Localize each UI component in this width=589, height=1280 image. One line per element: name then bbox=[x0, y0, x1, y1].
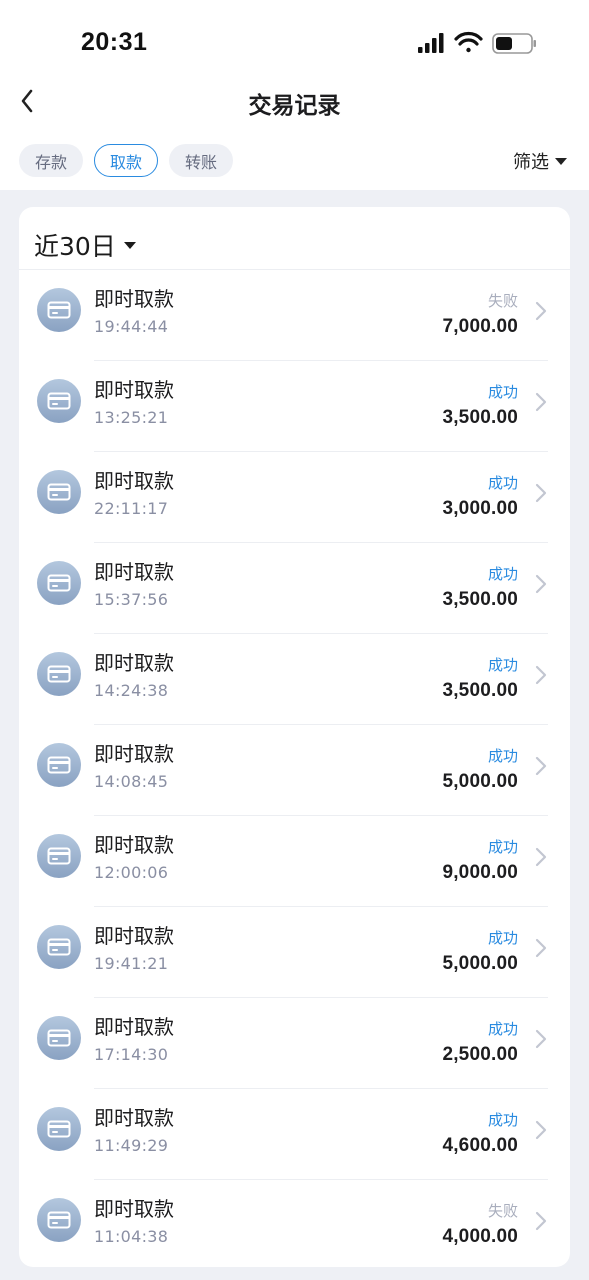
chevron-right-icon bbox=[535, 938, 547, 958]
transaction-amount: 3,500.00 bbox=[442, 680, 518, 701]
cellular-signal-icon bbox=[418, 33, 444, 53]
status-icons bbox=[416, 30, 538, 58]
chevron-right-icon bbox=[535, 392, 547, 412]
chevron-right-icon bbox=[535, 665, 547, 685]
transaction-title: 即时取款 bbox=[94, 742, 174, 766]
caret-down-icon bbox=[555, 157, 567, 165]
period-selector[interactable]: 近30日 bbox=[34, 227, 136, 263]
transaction-row[interactable]: 即时取款 17:14:30 成功 2,500.00 bbox=[19, 998, 570, 1089]
battery-icon bbox=[492, 33, 536, 54]
chevron-right-icon bbox=[535, 1211, 547, 1231]
transaction-amount: 2,500.00 bbox=[442, 1044, 518, 1065]
transaction-row[interactable]: 即时取款 13:25:21 成功 3,500.00 bbox=[19, 361, 570, 452]
transaction-title: 即时取款 bbox=[94, 651, 174, 675]
transaction-amount: 5,000.00 bbox=[442, 953, 518, 974]
transaction-title: 即时取款 bbox=[94, 1106, 174, 1130]
chevron-right-icon bbox=[535, 301, 547, 321]
chevron-right-icon bbox=[535, 1120, 547, 1140]
bank-card-icon bbox=[37, 1107, 81, 1151]
transaction-title: 即时取款 bbox=[94, 469, 174, 493]
transaction-time: 19:41:21 bbox=[94, 954, 169, 973]
transaction-row[interactable]: 即时取款 15:37:56 成功 3,500.00 bbox=[19, 543, 570, 634]
transaction-time: 22:11:17 bbox=[94, 499, 169, 518]
transaction-amount: 4,600.00 bbox=[442, 1135, 518, 1156]
bank-card-icon bbox=[37, 925, 81, 969]
transaction-row[interactable]: 即时取款 19:44:44 失败 7,000.00 bbox=[19, 270, 570, 361]
transaction-amount: 3,000.00 bbox=[442, 498, 518, 519]
transaction-time: 11:04:38 bbox=[94, 1227, 169, 1246]
filter-tabs: 存款 取款 转账 筛选 bbox=[0, 144, 589, 178]
transaction-time: 11:49:29 bbox=[94, 1136, 169, 1155]
transaction-time: 14:08:45 bbox=[94, 772, 169, 791]
tab-transfer[interactable]: 转账 bbox=[169, 144, 233, 177]
bank-card-icon bbox=[37, 470, 81, 514]
transaction-title: 即时取款 bbox=[94, 1197, 174, 1221]
nav-bar: 交易记录 bbox=[0, 78, 589, 128]
transaction-amount: 5,000.00 bbox=[442, 771, 518, 792]
transaction-status: 成功 bbox=[487, 1020, 518, 1038]
status-bar: 20:31 bbox=[0, 0, 589, 86]
transaction-status: 成功 bbox=[487, 1111, 518, 1129]
bank-card-icon bbox=[37, 743, 81, 787]
transaction-row[interactable]: 即时取款 14:08:45 成功 5,000.00 bbox=[19, 725, 570, 816]
wifi-icon bbox=[454, 31, 483, 53]
transaction-amount: 9,000.00 bbox=[442, 862, 518, 883]
transaction-status: 成功 bbox=[487, 565, 518, 583]
transaction-status: 失败 bbox=[487, 292, 518, 310]
transaction-status: 成功 bbox=[487, 747, 518, 765]
bank-card-icon bbox=[37, 652, 81, 696]
chevron-right-icon bbox=[535, 574, 547, 594]
transaction-status: 成功 bbox=[487, 474, 518, 492]
transaction-time: 14:24:38 bbox=[94, 681, 169, 700]
transaction-amount: 7,000.00 bbox=[442, 316, 518, 337]
bank-card-icon bbox=[37, 834, 81, 878]
bank-card-icon bbox=[37, 1198, 81, 1242]
transaction-time: 17:14:30 bbox=[94, 1045, 169, 1064]
header-area: 20:31 交易记录 存款 取款 转账 筛选 bbox=[0, 0, 589, 190]
transaction-row[interactable]: 即时取款 11:49:29 成功 4,600.00 bbox=[19, 1089, 570, 1180]
transaction-title: 即时取款 bbox=[94, 833, 174, 857]
transaction-amount: 3,500.00 bbox=[442, 589, 518, 610]
transaction-title: 即时取款 bbox=[94, 287, 174, 311]
transaction-title: 即时取款 bbox=[94, 560, 174, 584]
transaction-time: 15:37:56 bbox=[94, 590, 169, 609]
transaction-status: 成功 bbox=[487, 383, 518, 401]
transaction-row[interactable]: 即时取款 11:04:38 失败 4,000.00 bbox=[19, 1180, 570, 1267]
bank-card-icon bbox=[37, 288, 81, 332]
transaction-row[interactable]: 即时取款 12:00:06 成功 9,000.00 bbox=[19, 816, 570, 907]
chevron-right-icon bbox=[535, 1029, 547, 1049]
caret-down-icon bbox=[123, 241, 136, 249]
transaction-list-card: 近30日 即时取款 19:44:44 失败 7,000.00 即时取款 13:25:21 成… bbox=[19, 207, 570, 1267]
transaction-time: 12:00:06 bbox=[94, 863, 169, 882]
transaction-title: 即时取款 bbox=[94, 378, 174, 402]
transaction-status: 失败 bbox=[487, 1202, 518, 1220]
transaction-status: 成功 bbox=[487, 656, 518, 674]
transaction-time: 13:25:21 bbox=[94, 408, 169, 427]
tab-deposit[interactable]: 存款 bbox=[19, 144, 83, 177]
transaction-amount: 4,000.00 bbox=[442, 1226, 518, 1247]
filter-label: 筛选 bbox=[513, 152, 549, 173]
transaction-status: 成功 bbox=[487, 929, 518, 947]
chevron-right-icon bbox=[535, 847, 547, 867]
transaction-row[interactable]: 即时取款 14:24:38 成功 3,500.00 bbox=[19, 634, 570, 725]
chevron-right-icon bbox=[535, 483, 547, 503]
tab-withdrawal[interactable]: 取款 bbox=[94, 144, 158, 177]
transaction-title: 即时取款 bbox=[94, 1015, 174, 1039]
transaction-time: 19:44:44 bbox=[94, 317, 169, 336]
transaction-row[interactable]: 即时取款 19:41:21 成功 5,000.00 bbox=[19, 907, 570, 998]
status-time: 20:31 bbox=[81, 28, 148, 56]
bank-card-icon bbox=[37, 379, 81, 423]
filter-button[interactable]: 筛选 bbox=[513, 148, 567, 174]
transaction-status: 成功 bbox=[487, 838, 518, 856]
transaction-title: 即时取款 bbox=[94, 924, 174, 948]
chevron-right-icon bbox=[535, 756, 547, 776]
bank-card-icon bbox=[37, 1016, 81, 1060]
period-label: 近30日 bbox=[34, 232, 116, 261]
transaction-row[interactable]: 即时取款 22:11:17 成功 3,000.00 bbox=[19, 452, 570, 543]
transaction-amount: 3,500.00 bbox=[442, 407, 518, 428]
bank-card-icon bbox=[37, 561, 81, 605]
page-title: 交易记录 bbox=[248, 93, 341, 119]
